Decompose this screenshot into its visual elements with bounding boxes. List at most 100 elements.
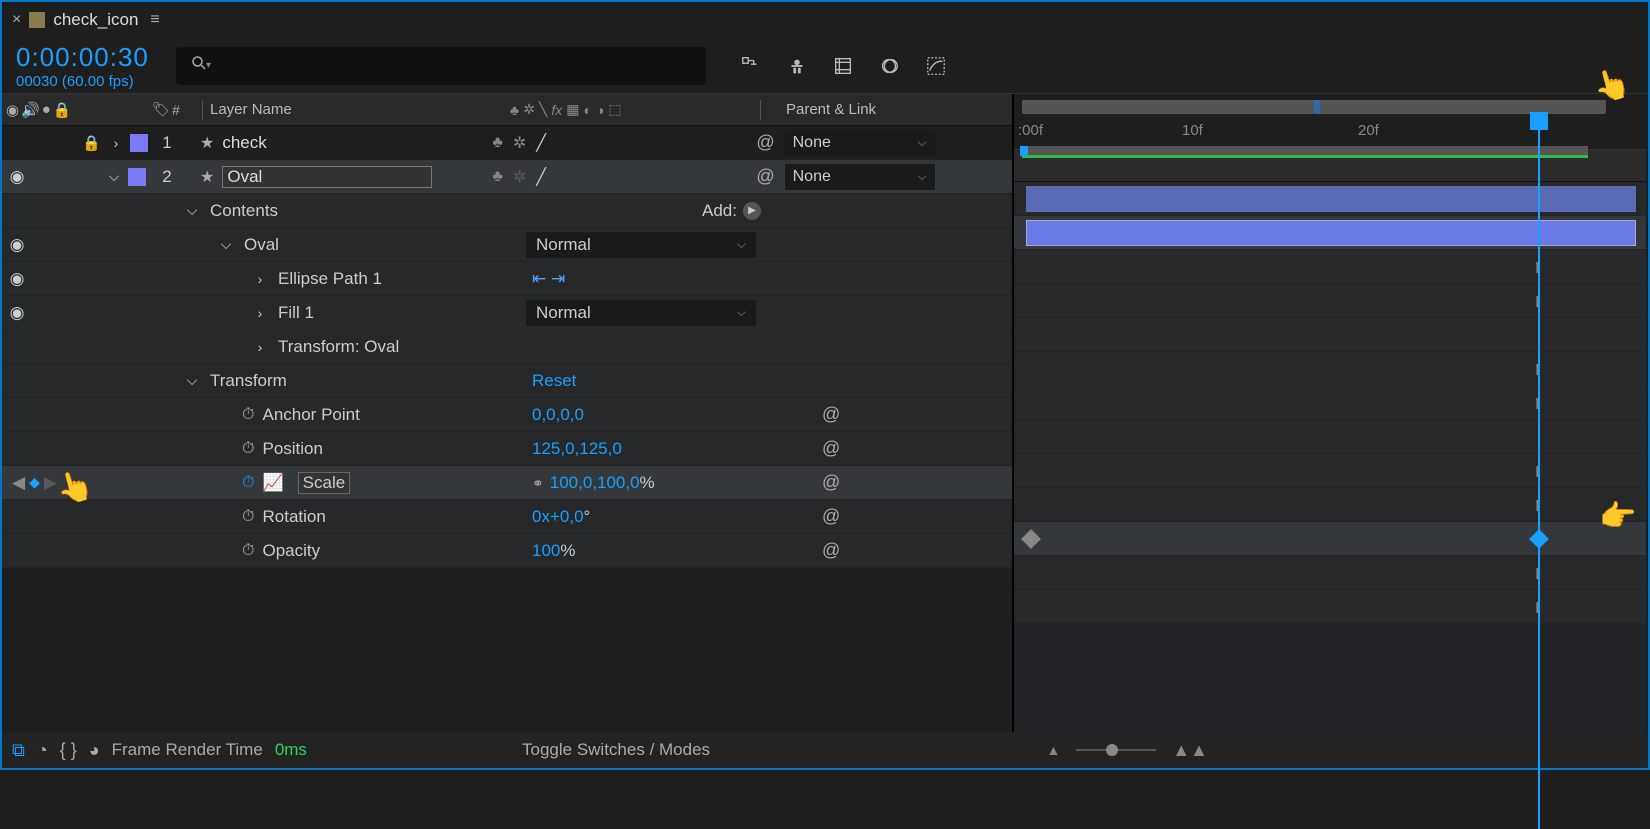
layer-duration-bar[interactable]	[1026, 186, 1636, 212]
3d-col-icon[interactable]: ⬚	[608, 101, 621, 118]
search-input[interactable]: ▾	[176, 47, 706, 85]
stopwatch-icon[interactable]: ⏱	[242, 508, 254, 526]
timeline-row-scale[interactable]	[1014, 522, 1646, 556]
fx-icon[interactable]: fx	[551, 102, 562, 118]
twirl-down-icon[interactable]: ⌵	[182, 202, 202, 219]
quality-icon[interactable]: ╲	[539, 101, 547, 118]
motionblur-col-icon[interactable]: ◐	[583, 102, 591, 118]
time-ruler[interactable]: :00f 10f 20f	[1014, 94, 1646, 150]
timeline-row[interactable]: I	[1014, 488, 1646, 522]
layer-name[interactable]: check	[222, 133, 492, 153]
twirl-icon[interactable]: ›	[106, 135, 126, 151]
layer-color[interactable]	[130, 134, 148, 152]
twirl-right-icon[interactable]: ›	[250, 271, 270, 287]
visibility-toggle[interactable]: ◉	[6, 167, 28, 187]
prop-value[interactable]: 125,0,125,0	[532, 439, 622, 459]
shape-group-oval[interactable]: ◉ ⌵ Oval Normal⌵	[2, 228, 1012, 262]
close-tab-icon[interactable]: ×	[12, 11, 21, 29]
current-timecode[interactable]: 0:00:00:30	[16, 42, 176, 73]
transform-group[interactable]: ⌵ Transform Reset	[2, 364, 1012, 398]
timeline-row[interactable]: I	[1014, 352, 1646, 386]
layer-name-editable[interactable]: Oval	[222, 166, 432, 188]
motionblur-icon[interactable]	[878, 55, 900, 77]
prev-keyframe-icon[interactable]: ◀	[12, 473, 25, 493]
pickwhip-icon[interactable]: @	[822, 540, 840, 561]
draft-3d-icon[interactable]	[786, 55, 808, 77]
brackets-icon[interactable]: { }	[60, 740, 77, 761]
shy-icon[interactable]: ♣	[510, 102, 519, 118]
timeline-area[interactable]: :00f 10f 20f I I I I I I I I	[1014, 94, 1646, 736]
layer-row-2[interactable]: ◉ ⌵ 2 ★ Oval ♣✲╱ @ None⌵	[2, 160, 1012, 194]
pickwhip-icon[interactable]: @	[822, 404, 840, 425]
timeline-row[interactable]: I	[1014, 386, 1646, 420]
prop-value[interactable]: ⚭100,0,100,0%	[532, 473, 655, 493]
fill-row[interactable]: ◉ › Fill 1 Normal⌵	[2, 296, 1012, 330]
collapse-icon[interactable]: ✲	[523, 101, 535, 118]
timeline-row-layer2[interactable]	[1014, 216, 1646, 250]
add-keyframe-icon[interactable]: ◆	[29, 474, 40, 491]
prop-value[interactable]: 0,0,0,0	[532, 405, 584, 425]
comp-start-marker[interactable]	[1020, 146, 1028, 156]
timeline-row[interactable]: I	[1014, 590, 1646, 624]
timecode-frames[interactable]: 00030 (60.00 fps)	[16, 73, 176, 90]
prop-value[interactable]: 0x+0,0°	[532, 507, 590, 527]
contents-group[interactable]: ⌵ Contents Add: ▶	[2, 194, 1012, 228]
layer-row-1[interactable]: 🔒 › 1 ★ check ♣✲╱ @ None⌵	[2, 126, 1012, 160]
twirl-right-icon[interactable]: ›	[250, 339, 270, 355]
keyframe-nav[interactable]: ◀ ◆ ▶	[12, 473, 57, 493]
mask-icon[interactable]: ◔	[37, 740, 48, 761]
adjustment-col-icon[interactable]: ◑	[596, 102, 604, 118]
navigator-bar[interactable]	[1022, 100, 1606, 114]
prop-opacity[interactable]: ⏱ Opacity 100% @	[2, 534, 1012, 568]
visibility-toggle[interactable]: ◉	[6, 269, 28, 289]
constrain-link-icon[interactable]: ⚭	[532, 475, 544, 491]
parent-dropdown[interactable]: None⌵	[785, 164, 935, 190]
layer-icon[interactable]: ◕	[89, 740, 100, 761]
tab-label[interactable]: check_icon	[53, 10, 138, 30]
timeline-row[interactable]: I	[1014, 454, 1646, 488]
stopwatch-icon[interactable]: ⏱	[242, 406, 254, 424]
pickwhip-icon[interactable]: @	[822, 472, 840, 493]
frameblend-icon[interactable]	[832, 55, 854, 77]
timeline-row-layer1[interactable]	[1014, 182, 1646, 216]
prop-position[interactable]: ⏱ Position 125,0,125,0 @	[2, 432, 1012, 466]
layer-duration-bar[interactable]	[1026, 220, 1636, 246]
twirl-down-icon[interactable]: ⌵	[216, 236, 236, 253]
keyframe-diamond[interactable]	[1021, 529, 1041, 549]
prop-rotation[interactable]: ⏱ Rotation 0x+0,0° @	[2, 500, 1012, 534]
timeline-row[interactable]	[1014, 318, 1646, 352]
pickwhip-icon[interactable]: @	[822, 506, 840, 527]
blendmode-dropdown[interactable]: Normal⌵	[526, 232, 756, 258]
graph-icon[interactable]: 📈	[262, 473, 283, 493]
parent-dropdown[interactable]: None⌵	[785, 130, 935, 156]
solo-column-icon[interactable]: ●	[42, 101, 51, 118]
twirl-down-icon[interactable]: ⌵	[104, 168, 124, 185]
video-column-icon[interactable]: ◉	[6, 101, 19, 119]
toggle-modes-button[interactable]: Toggle Switches / Modes	[522, 740, 710, 760]
zoom-slider[interactable]: ▲ ▲▲	[1047, 740, 1209, 761]
visibility-toggle[interactable]: ◉	[6, 303, 28, 323]
pickwhip-icon[interactable]: @	[756, 166, 774, 187]
tab-menu-icon[interactable]: ≡	[150, 11, 159, 29]
reset-button[interactable]: Reset	[532, 371, 576, 391]
lock-icon[interactable]: 🔒	[82, 134, 102, 152]
graph-editor-icon[interactable]	[924, 55, 948, 77]
timeline-row[interactable]	[1014, 420, 1646, 454]
playhead-indicator[interactable]	[1530, 112, 1548, 130]
work-area-bar[interactable]	[1022, 146, 1588, 156]
prop-value[interactable]: 100%	[532, 541, 576, 561]
audio-column-icon[interactable]: 🔊	[21, 101, 40, 119]
stopwatch-active-icon[interactable]: ⏱	[242, 474, 254, 492]
stopwatch-icon[interactable]: ⏱	[242, 542, 254, 560]
add-menu[interactable]: Add: ▶	[702, 201, 761, 221]
prop-anchor-point[interactable]: ⏱ Anchor Point 0,0,0,0 @	[2, 398, 1012, 432]
timeline-row[interactable]: I	[1014, 284, 1646, 318]
twirl-right-icon[interactable]: ›	[250, 305, 270, 321]
zoom-out-icon[interactable]: ▲	[1047, 742, 1061, 758]
prop-scale[interactable]: ◀ ◆ ▶ ⏱ 📈 Scale ⚭100,0,100,0% @	[2, 466, 1012, 500]
ellipse-path-row[interactable]: ◉ › Ellipse Path 1 ⇤ ⇥	[2, 262, 1012, 296]
zoom-in-icon[interactable]: ▲▲	[1172, 740, 1208, 761]
lock-column-icon[interactable]: 🔒	[53, 101, 72, 119]
visibility-toggle[interactable]: ◉	[6, 235, 28, 255]
comp-flowchart-icon[interactable]	[740, 55, 762, 77]
